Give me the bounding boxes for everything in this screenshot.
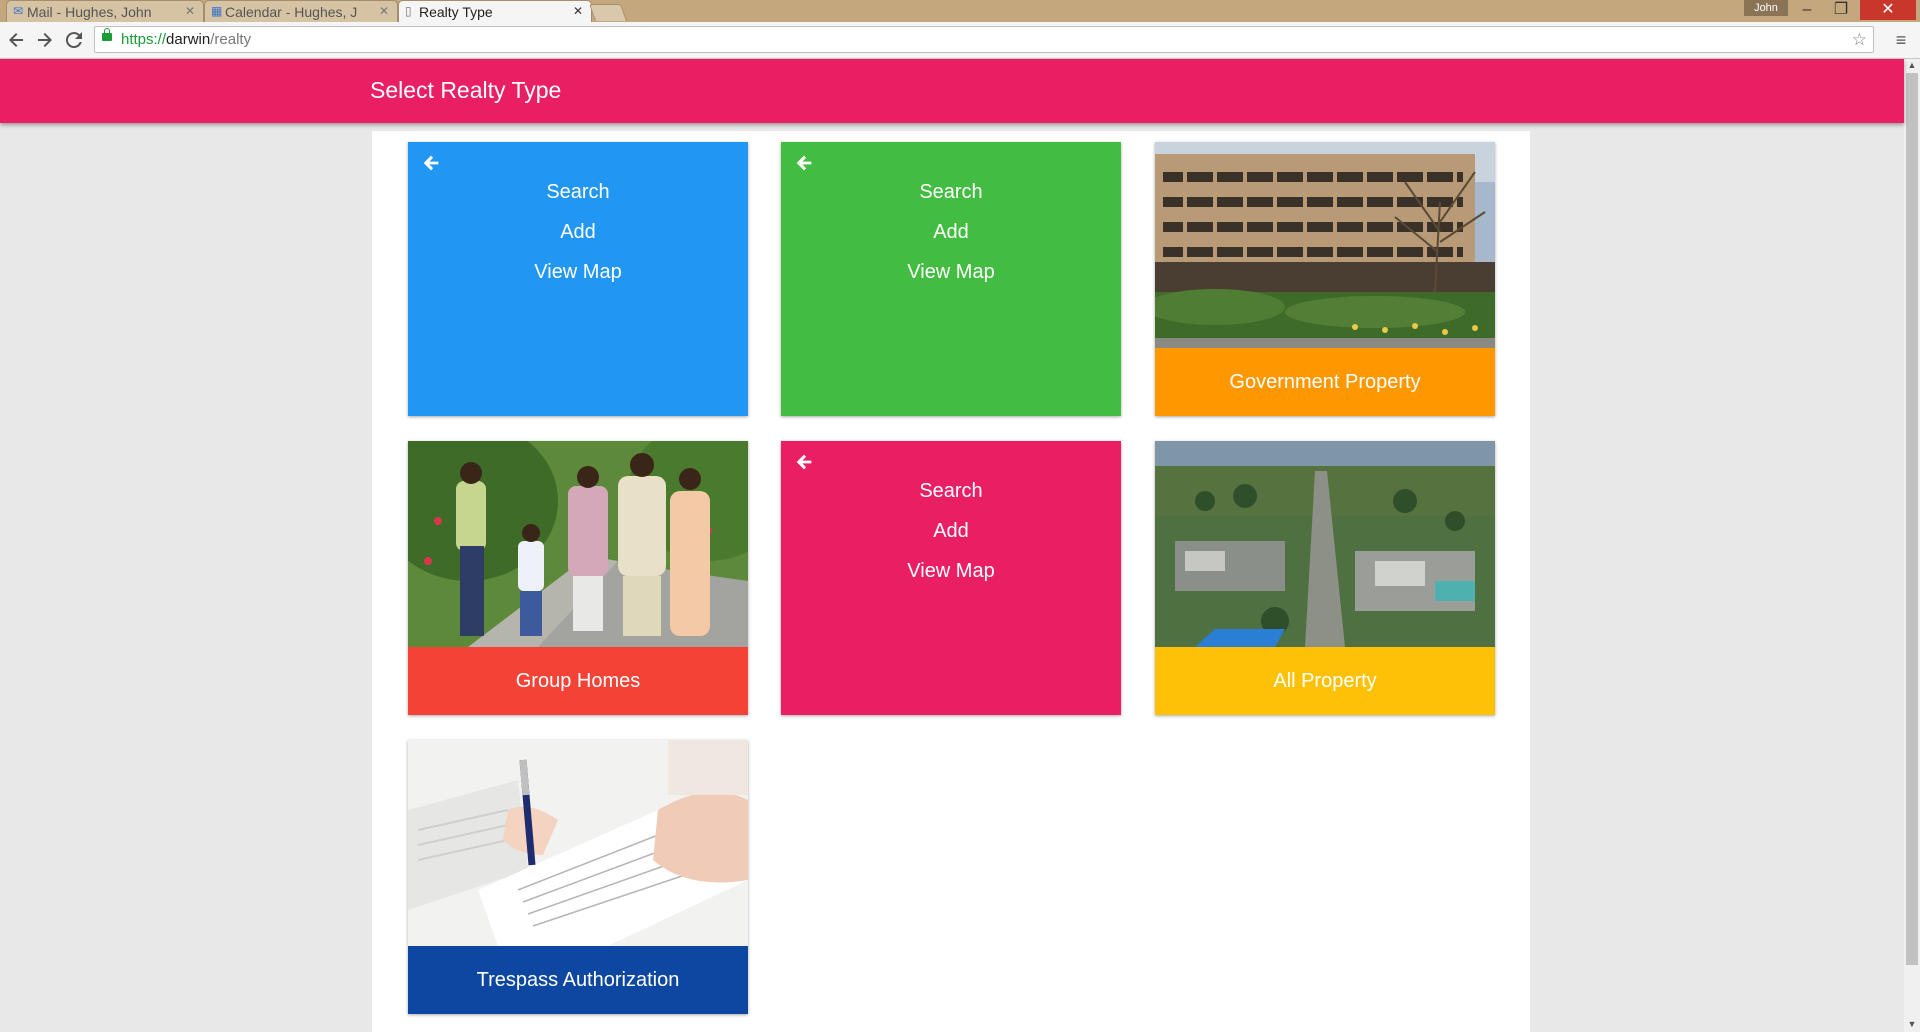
card-label: Trespass Authorization [408, 946, 748, 1014]
url-host: darwin [166, 31, 211, 48]
app-header: Select Realty Type [0, 59, 1904, 123]
browser-titlebar: ✉ Mail - Hughes, John ✕ ▦ Calendar - Hug… [0, 0, 1920, 22]
aerial-town-photo [1155, 441, 1495, 647]
minimize-button[interactable]: – [1792, 0, 1822, 20]
card-all-property[interactable]: All Property [1155, 441, 1495, 715]
tab-mail[interactable]: ✉ Mail - Hughes, John ✕ [6, 0, 204, 22]
card-label: Group Homes [408, 647, 748, 715]
card-group-homes[interactable]: Group Homes [408, 441, 748, 715]
tab-label: Mail - Hughes, John [27, 3, 152, 20]
tab-realty-type[interactable]: ▯ Realty Type ✕ [398, 0, 592, 22]
close-tab-icon[interactable]: ✕ [185, 4, 195, 18]
add-link[interactable]: Add [781, 511, 1121, 551]
menu-icon[interactable]: ≡ [1890, 30, 1912, 50]
search-link[interactable]: Search [781, 471, 1121, 511]
calendar-icon: ▦ [211, 4, 223, 18]
browser-toolbar: https://darwin/realty ☆ ≡ [0, 22, 1920, 59]
page-icon: ▯ [405, 4, 412, 18]
view-map-link[interactable]: View Map [408, 252, 748, 292]
scroll-up-arrow-icon[interactable]: ▲ [1904, 59, 1920, 71]
close-tab-icon[interactable]: ✕ [573, 4, 583, 18]
add-link[interactable]: Add [781, 212, 1121, 252]
scroll-thumb[interactable] [1906, 73, 1918, 965]
reload-button[interactable] [62, 28, 86, 52]
back-button[interactable] [4, 28, 28, 52]
search-link[interactable]: Search [408, 172, 748, 212]
profile-badge[interactable]: John [1744, 0, 1788, 16]
lock-icon [102, 28, 112, 41]
close-window-button[interactable]: ✕ [1860, 0, 1916, 20]
page-title: Select Realty Type [370, 77, 562, 103]
card-blue-actions: Search Add View Map [408, 142, 748, 416]
card-government-property[interactable]: Government Property [1155, 142, 1495, 416]
close-tab-icon[interactable]: ✕ [379, 4, 389, 18]
url-path: /realty [210, 31, 252, 48]
card-label: Government Property [1155, 348, 1495, 416]
forward-button[interactable] [33, 28, 57, 52]
family-walking-photo [408, 441, 748, 647]
mail-icon: ✉ [13, 4, 24, 18]
arrow-right-icon [38, 33, 52, 47]
card-green-actions: Search Add View Map [781, 142, 1121, 416]
url-scheme: https:// [121, 31, 167, 48]
card-label: All Property [1155, 647, 1495, 715]
add-link[interactable]: Add [408, 212, 748, 252]
scrollbar[interactable]: ▲ ▼ [1904, 59, 1920, 1032]
back-arrow-icon[interactable] [793, 451, 815, 473]
view-map-link[interactable]: View Map [781, 551, 1121, 591]
view-map-link[interactable]: View Map [781, 252, 1121, 292]
search-link[interactable]: Search [781, 172, 1121, 212]
maximize-button[interactable]: ❐ [1826, 0, 1856, 20]
office-building-photo [1155, 142, 1495, 348]
reload-icon [65, 32, 82, 49]
address-bar[interactable]: https://darwin/realty ☆ [94, 26, 1874, 53]
tab-label: Calendar - Hughes, J [225, 3, 358, 20]
new-tab-button[interactable] [588, 4, 628, 21]
arrow-left-icon [9, 33, 23, 47]
tab-label: Realty Type [419, 3, 493, 20]
tab-calendar[interactable]: ▦ Calendar - Hughes, J ✕ [204, 0, 398, 22]
scroll-down-arrow-icon[interactable]: ▼ [1904, 1018, 1920, 1030]
back-arrow-icon[interactable] [793, 152, 815, 174]
card-pink-actions: Search Add View Map [781, 441, 1121, 715]
signing-document-photo [408, 740, 748, 946]
card-trespass-authorization[interactable]: Trespass Authorization [408, 740, 748, 1014]
back-arrow-icon[interactable] [420, 152, 442, 174]
bookmark-star-icon[interactable]: ☆ [1852, 27, 1867, 52]
